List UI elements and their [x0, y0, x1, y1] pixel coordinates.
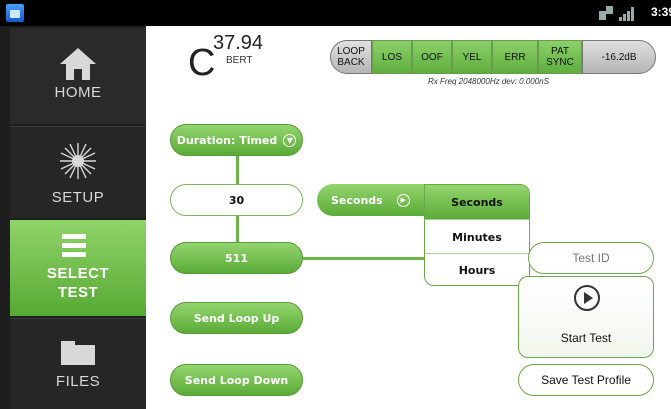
sidebar-item-label: TEST — [57, 284, 99, 301]
loop-back-button[interactable]: LOOP BACK — [330, 40, 372, 74]
indicator-los: LOS — [372, 40, 412, 74]
save-test-profile-button[interactable]: Save Test Profile — [518, 364, 654, 396]
send-loop-up-button[interactable]: Send Loop Up — [170, 302, 303, 334]
units-label: Seconds — [331, 193, 383, 207]
duration-value-input[interactable]: 30 — [170, 184, 303, 216]
indicator-err: ERR — [492, 40, 538, 74]
folder-icon — [61, 341, 95, 365]
test-id-input[interactable] — [528, 242, 654, 274]
units-dropdown: Seconds Minutes Hours — [424, 184, 530, 286]
indicator-oof: OOF — [412, 40, 452, 74]
temperature-value: 37.94 — [213, 32, 264, 54]
units-option-minutes[interactable]: Minutes — [425, 220, 529, 254]
indicator-yel: YEL — [452, 40, 492, 74]
clock: 3:39 — [650, 5, 671, 19]
sidebar-item-label: HOME — [54, 84, 102, 101]
temperature-unit: C — [188, 42, 216, 84]
chevron-right-icon: ▶ — [396, 193, 410, 207]
laser-icon — [60, 143, 96, 179]
units-option-hours[interactable]: Hours — [425, 253, 529, 285]
units-selector[interactable]: Seconds ▶ — [317, 184, 427, 216]
network-icon — [599, 6, 613, 20]
play-icon — [574, 285, 600, 311]
checklist-icon — [62, 234, 94, 260]
home-icon — [60, 48, 96, 80]
rx-frequency: Rx Freq 2048000Hz dev: 0.000nS — [428, 77, 549, 86]
indicator-pat-sync: PAT SYNC — [538, 40, 582, 74]
duration-selector[interactable]: Duration: Timed ▼ — [170, 124, 303, 156]
status-indicators: LOOP BACK LOS OOF YEL ERR PAT SYNC -16.2d… — [330, 40, 656, 74]
loop-back-label: BACK — [337, 57, 365, 68]
sidebar-item-files[interactable]: FILES — [10, 318, 146, 409]
sidebar-item-label: FILES — [55, 373, 101, 390]
status-bar: 3:39 — [0, 0, 671, 26]
connector-line — [236, 156, 239, 184]
sidebar: HOME SETUP SELECT TEST FILES — [0, 26, 146, 409]
pattern-selector[interactable]: 511 — [170, 242, 303, 274]
duration-label: Duration: Timed — [176, 133, 278, 147]
connector-line — [236, 216, 239, 242]
sidebar-item-label: SELECT — [46, 265, 110, 282]
signal-icon — [619, 5, 637, 21]
chevron-down-icon: ▼ — [283, 133, 297, 147]
sidebar-item-select-test[interactable]: SELECT TEST — [10, 220, 146, 316]
mode-label: BERT — [226, 55, 253, 66]
sidebar-item-setup[interactable]: SETUP — [10, 126, 146, 218]
sidebar-item-label: SETUP — [51, 189, 105, 206]
sidebar-item-home[interactable]: HOME — [10, 28, 146, 124]
start-test-button[interactable]: Start Test — [518, 276, 654, 358]
send-loop-down-button[interactable]: Send Loop Down — [170, 364, 303, 396]
level-readout: -16.2dB — [582, 40, 656, 74]
start-test-label: Start Test — [560, 331, 612, 345]
units-option-seconds[interactable]: Seconds — [425, 185, 529, 219]
app-icon[interactable] — [6, 4, 24, 22]
loop-back-label: LOOP — [337, 46, 365, 57]
